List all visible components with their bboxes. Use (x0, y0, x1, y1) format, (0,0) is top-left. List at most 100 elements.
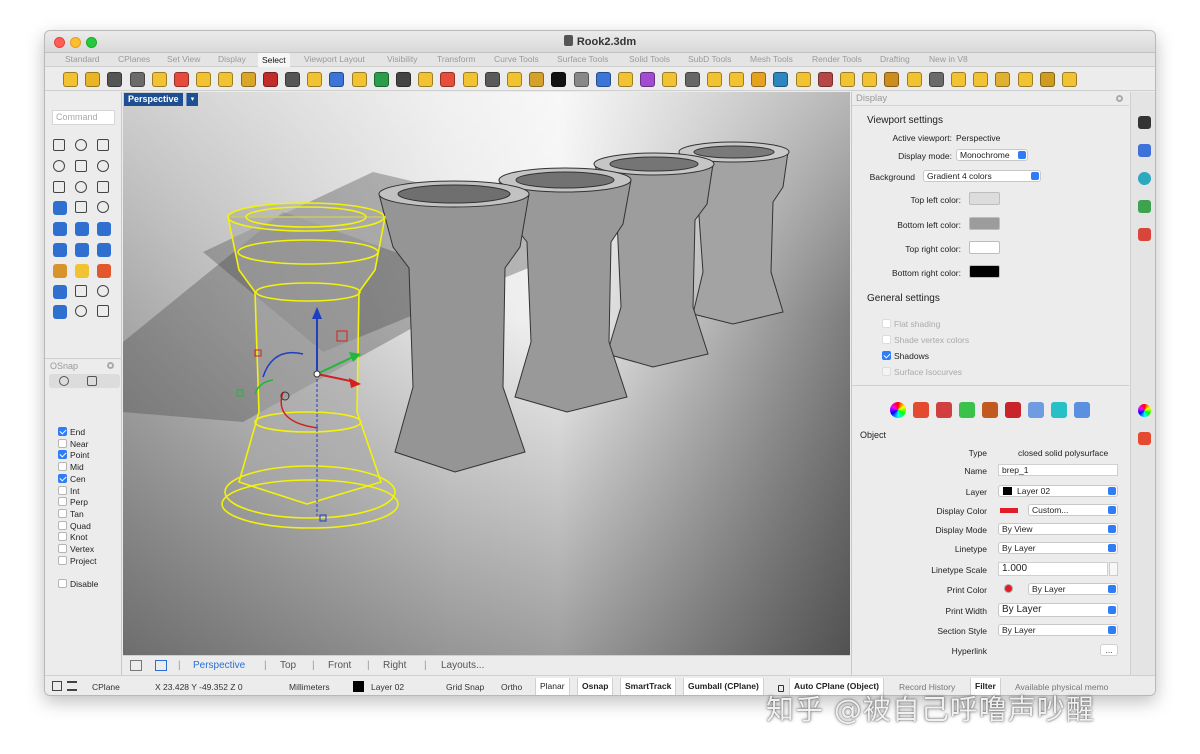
background-select[interactable]: Gradient 4 colors (923, 170, 1041, 182)
select-surfaces-icon[interactable] (151, 72, 167, 87)
command-history-icon[interactable] (67, 681, 77, 691)
explode-icon[interactable] (97, 263, 111, 278)
osnap-cen-checkbox[interactable] (58, 473, 67, 483)
osnap-item-cen[interactable]: Cen (58, 473, 86, 486)
tab-mesh-tools[interactable]: Mesh Tools (750, 54, 793, 64)
environment-panel-icon[interactable] (1138, 200, 1151, 213)
shadows-option[interactable]: Shadows (882, 351, 929, 361)
layers-panel-icon[interactable] (1138, 144, 1151, 157)
shade-vertex-colors-checkbox[interactable] (882, 335, 891, 344)
dimension-icon[interactable] (75, 305, 87, 318)
section-icon[interactable] (936, 402, 952, 418)
osnap-disable-checkbox[interactable] (58, 579, 67, 588)
prop-linetype-select[interactable]: By Layer (998, 542, 1118, 554)
osnap-point-checkbox[interactable] (58, 450, 67, 460)
osnap-item-knot[interactable]: Knot (58, 532, 88, 544)
materials-panel-icon[interactable] (1138, 172, 1151, 185)
tab-visibility[interactable]: Visibility (387, 54, 418, 64)
object-properties-icon[interactable] (890, 402, 906, 418)
status-ortho[interactable]: Ortho (501, 682, 522, 692)
osnap-item-point[interactable]: Point (58, 450, 89, 462)
viewport-tab-perspective[interactable]: Perspective (193, 660, 245, 671)
surface-icon[interactable] (97, 222, 111, 237)
prop-display-color-select[interactable]: Custom... (1028, 504, 1118, 516)
linetype-scale-stepper[interactable] (1109, 562, 1118, 576)
status-layer[interactable]: Layer 02 (371, 682, 404, 692)
osnap-near-checkbox[interactable] (58, 438, 67, 448)
arc-icon[interactable] (97, 159, 109, 172)
circle-icon[interactable] (75, 159, 87, 172)
filter-select-icon[interactable] (129, 72, 145, 87)
viewport-tab-front[interactable]: Front (328, 660, 351, 671)
tab-drafting[interactable]: Drafting (880, 54, 910, 64)
osnap-tab-snap-icon[interactable] (59, 376, 69, 386)
perspective-viewport[interactable]: Perspective ▾ (123, 92, 850, 655)
osnap-vertex-checkbox[interactable] (58, 544, 67, 553)
viewport-tab-layouts[interactable]: Layouts... (441, 660, 484, 671)
text-icon[interactable] (53, 305, 67, 320)
select-clip-icon[interactable] (662, 72, 678, 87)
osnap-item-tan[interactable]: Tan (58, 508, 84, 521)
boolean-icon[interactable] (53, 263, 67, 278)
status-grid-snap[interactable]: Grid Snap (446, 682, 484, 692)
status-osnap[interactable]: Osnap (577, 678, 614, 695)
sphere-icon[interactable] (75, 243, 89, 257)
select-hidden-icon[interactable] (440, 72, 456, 87)
fillet-curve-icon[interactable] (53, 201, 67, 216)
osnap-item-int[interactable]: Int (58, 485, 79, 498)
select-invert-icon[interactable] (951, 72, 966, 87)
select-lines-icon[interactable] (307, 72, 323, 87)
linetype-icon[interactable] (913, 402, 929, 418)
osnap-item-perp[interactable]: Perp (58, 497, 88, 509)
ellipse-icon[interactable] (53, 180, 65, 193)
rectangle-icon[interactable] (75, 180, 87, 193)
object-panel-icon[interactable] (1138, 432, 1151, 445)
osnap-end-checkbox[interactable] (58, 427, 67, 436)
select-control-icon[interactable] (928, 72, 944, 87)
polyline-icon[interactable] (97, 139, 109, 151)
tab-cplanes[interactable]: CPlanes (118, 54, 150, 64)
select-meshes-icon[interactable] (218, 72, 234, 87)
select-arrow-icon[interactable] (53, 139, 65, 151)
osnap-item-end[interactable]: End (58, 427, 85, 439)
rotate-icon[interactable] (97, 284, 109, 297)
select-planar-icon[interactable] (729, 72, 744, 87)
select-open-icon[interactable] (351, 72, 367, 87)
select-small-icon[interactable] (840, 72, 855, 87)
select-closed-icon[interactable] (373, 72, 389, 87)
osnap-disable[interactable]: Disable (58, 579, 98, 591)
osnap-project-checkbox[interactable] (58, 555, 67, 565)
status-cplane[interactable]: CPlane (92, 682, 120, 692)
tab-subd-tools[interactable]: SubD Tools (688, 54, 731, 64)
curve-icon[interactable] (53, 159, 65, 172)
render-mesh-icon[interactable] (1005, 402, 1021, 418)
select-last-icon[interactable] (174, 72, 189, 87)
edge-softening-icon[interactable] (1028, 402, 1044, 418)
select-linetype-icon[interactable] (751, 72, 767, 87)
tab-standard[interactable]: Standard (65, 54, 100, 64)
select-annot-icon[interactable] (573, 72, 589, 87)
tab-transform[interactable]: Transform (437, 54, 475, 64)
select-window-icon[interactable] (285, 72, 300, 87)
select-large-icon[interactable] (862, 72, 878, 87)
decal-icon[interactable] (982, 402, 998, 418)
select-render-icon[interactable] (640, 72, 656, 87)
tab-viewport-layout[interactable]: Viewport Layout (304, 54, 365, 64)
select-polysurface-icon[interactable] (196, 72, 212, 87)
tab-new-in-v8[interactable]: New in V8 (929, 54, 968, 64)
point-icon[interactable] (75, 139, 87, 151)
osnap-item-quad[interactable]: Quad (58, 520, 91, 533)
select-extrusion-icon[interactable] (706, 72, 722, 87)
command-input[interactable]: Command (52, 110, 115, 125)
display-mode-select[interactable]: Monochrome (956, 149, 1028, 161)
select-brep-icon[interactable] (618, 72, 633, 87)
status-smarttrack[interactable]: SmartTrack (620, 678, 677, 695)
osnap-tan-checkbox[interactable] (58, 508, 67, 518)
prop-print-width-select[interactable]: By Layer (998, 603, 1118, 617)
select-print-icon[interactable] (884, 72, 900, 87)
select-all-icon[interactable] (107, 72, 123, 87)
properties-panel-icon[interactable] (1138, 404, 1151, 417)
loft-icon[interactable] (53, 222, 67, 237)
prop-print-color-select[interactable]: By Layer (1028, 583, 1118, 595)
select-material-icon[interactable] (773, 72, 789, 87)
